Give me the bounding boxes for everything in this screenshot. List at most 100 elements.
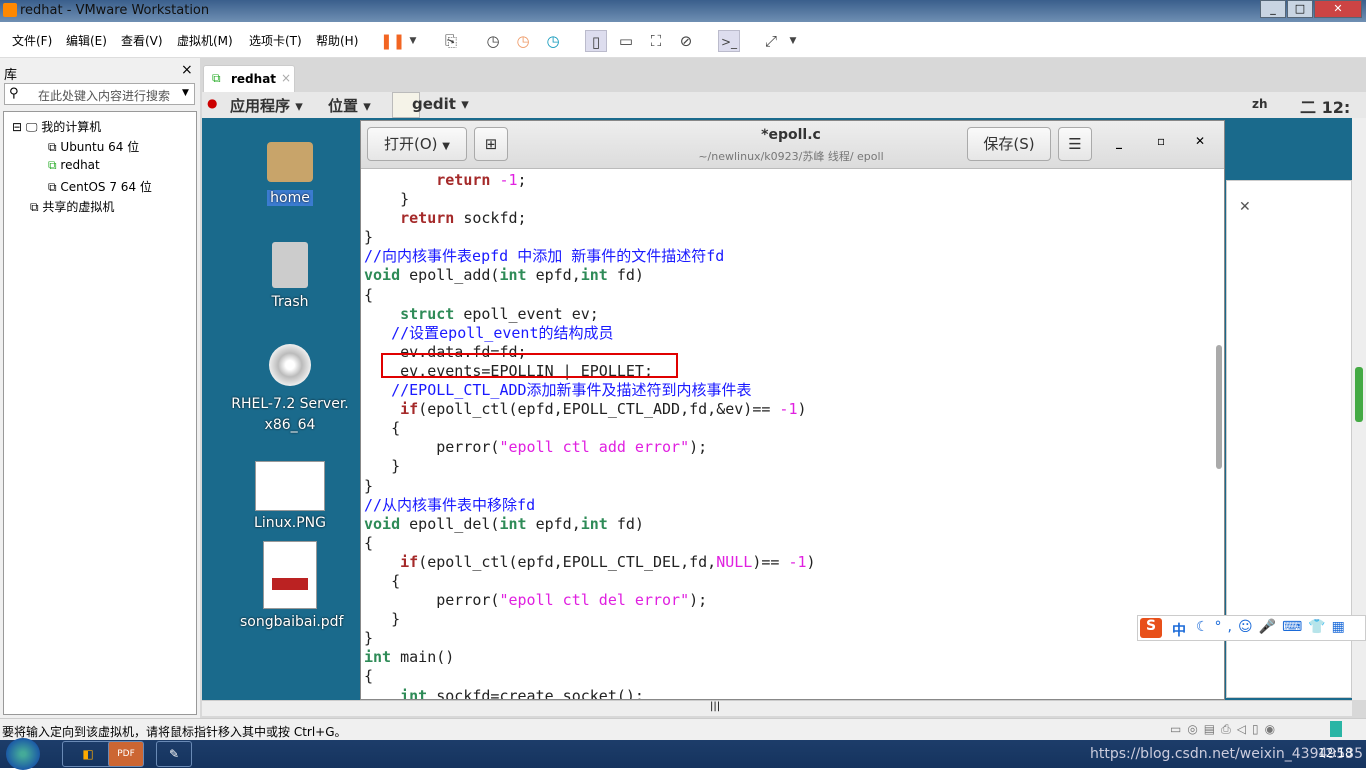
code-line: //从内核事件表中移除fd [364,496,1214,515]
input-language[interactable]: zh [1252,97,1268,111]
tree-item-redhat[interactable]: ⧉ redhat [48,158,100,173]
desktop-icon-trash[interactable]: Trash [250,242,330,310]
window-title: redhat - VMware Workstation [20,3,210,18]
desktop-icon-linux-png[interactable]: Linux.PNG [245,461,335,531]
menu-help[interactable]: 帮助(H) [316,32,358,49]
taskbar-notepad[interactable]: ✎ [156,741,192,767]
taskbar-clock[interactable]: 12:18 [1318,746,1353,760]
code-token: int [580,514,608,533]
code-editor[interactable]: return -1; } return sockfd;}//向内核事件表epfd… [364,171,1214,699]
messages-icon[interactable] [1330,721,1342,737]
vm-horizontal-scrollbar[interactable]: ||| [202,700,1352,716]
status-message: 要将输入定向到该虚拟机，请将鼠标指针移入其中或按 Ctrl+G。 [2,725,347,739]
code-line: if(epoll_ctl(epfd,EPOLL_CTL_ADD,fd,&ev)=… [364,400,1214,419]
code-token: int [580,266,608,285]
code-token: fd) [607,514,644,533]
taskbar-pdf[interactable]: PDF [108,741,144,767]
library-close-button[interactable]: × [181,62,193,78]
snapshot-manager-icon[interactable]: ◷ [542,30,564,52]
pause-icon[interactable]: ❚❚ [380,30,405,52]
menu-edit[interactable]: 编辑(E) [66,32,107,49]
tree-item-shared[interactable]: ⧉ 共享的虚拟机 [30,198,114,215]
code-line: } [364,477,1214,496]
thumbnail-bar-icon[interactable]: ▭ [615,30,637,52]
tab-redhat[interactable]: ⧉ redhat × [203,65,295,93]
code-line: } [364,457,1214,476]
ime-tool-icons[interactable]: ☾°,☺🎤⌨👕▦ [1196,619,1351,635]
menu-view[interactable]: 查看(V) [121,32,163,49]
minimize-icon[interactable]: _ [1116,135,1122,149]
places-menu[interactable]: 位置 ▾ [328,95,371,116]
menu-vm[interactable]: 虚拟机(M) [177,32,233,49]
ime-toolbar[interactable]: S 中 ☾°,☺🎤⌨👕▦ [1137,615,1366,641]
new-document-icon: ⊞ [484,135,498,153]
code-token: //从内核事件表中移除fd [364,495,536,514]
scrollbar-thumb[interactable] [1216,345,1222,469]
ime-mode[interactable]: 中 [1172,620,1186,640]
scrollbar-thumb[interactable] [1355,367,1363,422]
collapse-icon[interactable]: ⊟ [12,120,22,134]
save-button[interactable]: 保存(S) [967,127,1051,161]
unity-icon[interactable]: ⊘ [675,30,697,52]
snapshot-icon[interactable]: ◷ [482,30,504,52]
close-icon[interactable]: ✕ [1239,199,1251,215]
menu-file[interactable]: 文件(F) [12,32,52,49]
desktop-icon-home[interactable]: home [250,142,330,206]
chevron-down-icon[interactable]: ▼ [782,30,804,52]
code-token: { [364,285,374,304]
gnome-clock[interactable]: 二 12: [1300,94,1350,118]
redhat-logo-icon: ● [207,96,218,110]
chevron-down-icon[interactable]: ▼ [182,88,189,98]
revert-snapshot-icon[interactable]: ◷ [512,30,534,52]
maximize-icon[interactable]: ▫ [1157,134,1165,148]
vm-vertical-scrollbar[interactable] [1352,92,1366,700]
tree-item-centos[interactable]: ⧉ CentOS 7 64 位 [48,178,152,195]
menu-tabs[interactable]: 选项卡(T) [249,32,302,49]
code-line: { [364,419,1214,438]
send-keys-icon[interactable]: ⎘ [440,30,462,52]
code-token: { [364,419,401,438]
close-button[interactable]: ✕ [1314,0,1362,18]
applications-menu[interactable]: 应用程序 ▾ [230,95,303,116]
start-button[interactable] [6,738,40,770]
library-search-input[interactable]: ⚲ 在此处键入内容进行搜索 ▼ [4,83,195,105]
maximize-button[interactable]: □ [1287,0,1313,18]
code-line: { [364,286,1214,305]
desktop-icon-pdf[interactable]: songbaibai.pdf [240,541,343,630]
desktop-icon-rhel-disc[interactable]: RHEL-7.2 Server. x86_64 [220,344,360,436]
minimize-button[interactable]: _ [1260,0,1286,18]
console-icon[interactable]: >_ [718,30,740,52]
code-line: return -1; [364,171,1214,190]
close-icon[interactable]: ✕ [1195,134,1205,148]
scrollbar-grip[interactable]: ||| [710,701,720,712]
new-tab-button[interactable]: ⊞ [474,127,508,161]
code-token: epoll_add( [400,266,500,285]
tree-item-my-computer[interactable]: ⊟ 🖵 我的计算机 [12,118,101,135]
applications-label: 应用程序 [230,97,291,115]
tab-close-button[interactable]: × [281,71,291,85]
code-line: { [364,572,1214,591]
code-line: } [364,629,1214,648]
device-icons[interactable]: ▭◎▤⎙◁▯◉ [1170,722,1281,737]
menu-button[interactable]: ☰ [1058,127,1092,161]
taskbar-vmware[interactable]: ◧ [62,741,114,767]
fullscreen-icon[interactable]: ⛶ [645,30,667,52]
code-token: ); [689,438,708,457]
code-token: struct [400,304,455,323]
stretch-icon[interactable]: ⤢ [760,30,782,52]
chevron-down-icon[interactable]: ▼ [402,30,424,52]
library-view-icon[interactable]: ▯ [585,30,607,52]
gedit-menu[interactable]: gedit ▾ [412,95,469,113]
code-line: perror("epoll ctl del error"); [364,591,1214,610]
code-token: int [400,686,428,699]
code-line: } [364,610,1214,629]
computer-icon: 🖵 [25,120,38,134]
window-titlebar: redhat - VMware Workstation _ □ ✕ [0,0,1366,22]
code-line: //向内核事件表epfd 中添加 新事件的文件描述符fd [364,247,1214,266]
windows-taskbar: ◧ PDF ✎ https://blog.csdn.net/weixin_439… [0,738,1366,770]
open-button[interactable]: 打开(O) ▼ [367,127,467,161]
tree-item-ubuntu[interactable]: ⧉ Ubuntu 64 位 [48,138,139,155]
